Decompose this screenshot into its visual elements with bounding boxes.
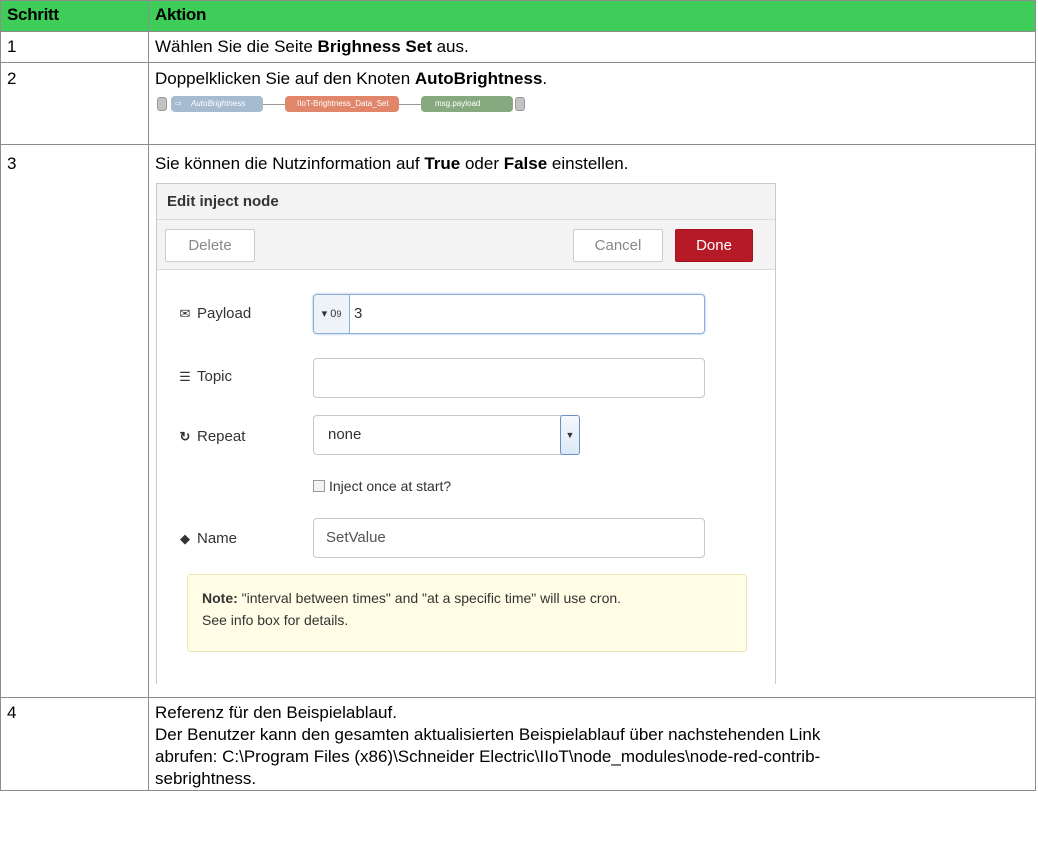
info-note: Note: "interval between times" and "at a… [187,574,747,652]
step-number: 2 [0,62,149,145]
debug-toggle-icon [515,97,525,111]
payload-label: ✉ Payload [177,305,252,322]
repeat-label-text: Repeat [197,428,246,445]
table-row: 4 Referenz für den Beispielablauf. Der B… [0,697,1036,791]
action-bold: AutoBrightness [414,69,543,88]
flow-node-label: IIoT-Brightness_Data_Set [297,99,389,108]
steps-table: Schritt Aktion 1 Wählen Sie die Seite Br… [0,0,1036,791]
dialog-body: ✉ Payload ▾ 09 3 ☰ Topic ↻ Repeat none ▼… [157,270,775,685]
cancel-button[interactable]: Cancel [573,229,663,262]
topic-input[interactable] [313,358,705,398]
dialog-title: Edit inject node [157,184,775,220]
note-text-2: See info box for details. [202,612,349,628]
action-text: Sie können die Nutzinformation auf [155,154,425,173]
envelope-icon: ✉ [179,306,191,321]
name-label-text: Name [197,530,238,547]
tasks-icon: ☰ [179,369,191,384]
step-action: Doppelklicken Sie auf den Knoten AutoBri… [148,62,1036,145]
topic-label: ☰ Topic [177,368,232,385]
step-number: 3 [0,144,149,698]
inject-button-icon [157,97,167,111]
topic-label-text: Topic [197,368,233,385]
action-text: Wählen Sie die Seite [155,37,318,56]
flow-node-label: msg.payload [435,99,481,108]
caret-down-icon: ▾ [321,308,328,320]
note-text: "interval between times" and "at a speci… [237,590,622,606]
number-type-sub: 9 [336,309,342,319]
action-text: Referenz für den Beispielablauf. [155,703,397,722]
repeat-icon: ↻ [179,429,191,444]
payload-type-select[interactable]: ▾ 09 [314,295,350,333]
inject-once-row[interactable]: Inject once at start? [313,478,451,494]
repeat-select-value: none [328,426,362,443]
step-action: Sie können die Nutzinformation auf True … [148,144,1036,698]
step-number: 4 [0,697,149,791]
note-bold: Note: [202,590,238,606]
select-arrow-icon[interactable]: ▼ [560,415,580,455]
payload-input[interactable]: 3 [354,305,362,322]
action-text: Doppelklicken Sie auf den Knoten [155,69,415,88]
action-text: sebrightness. [155,769,257,788]
action-bold: Brighness Set [317,37,432,56]
flow-node-autobrightness: ⇨ AutoBrightness [171,96,263,112]
dialog-toolbar: Delete Cancel Done [157,220,775,270]
done-button[interactable]: Done [675,229,753,262]
flow-node-label: AutoBrightness [191,99,246,108]
repeat-label: ↻ Repeat [177,428,246,445]
action-bold: True [424,154,461,173]
flow-wire [263,104,285,105]
repeat-select[interactable]: none ▼ [313,415,580,455]
flow-diagram: ⇨ AutoBrightness IIoT-Brightness_Data_Set… [155,96,1029,112]
name-label: ◆ Name [177,530,237,547]
table-row: 1 Wählen Sie die Seite Brighness Set aus… [0,31,1036,63]
edit-inject-dialog: Edit inject node Delete Cancel Done ✉ Pay… [156,183,776,685]
action-text: . [542,69,548,88]
table-row: 2 Doppelklicken Sie auf den Knoten AutoB… [0,62,1036,145]
action-text: Der Benutzer kann den gesamten aktualisi… [155,725,821,744]
name-input[interactable]: SetValue [313,518,705,558]
action-text: einstellen. [547,154,629,173]
payload-label-text: Payload [197,305,252,322]
tag-icon: ◆ [180,531,190,546]
inject-once-checkbox[interactable] [313,480,325,492]
payload-field[interactable]: ▾ 09 3 [313,294,705,334]
action-text: abrufen: C:\Program Files (x86)\Schneide… [155,747,821,766]
header-step: Schritt [0,0,149,32]
step-action: Referenz für den Beispielablauf. Der Ben… [148,697,1036,791]
header-action: Aktion [148,0,1036,32]
inject-once-label: Inject once at start? [329,478,452,494]
flow-node-debug: msg.payload [421,96,513,112]
delete-button[interactable]: Delete [165,229,255,262]
step-number: 1 [0,31,149,63]
step-action: Wählen Sie die Seite Brighness Set aus. [148,31,1036,63]
action-text: aus. [431,37,469,56]
action-bold: False [503,154,548,173]
flow-node-function: IIoT-Brightness_Data_Set [285,96,399,112]
action-text: oder [460,154,504,173]
arrow-in-icon: ⇨ [175,99,182,108]
flow-wire [399,104,421,105]
table-row: 3 Sie können die Nutzinformation auf Tru… [0,144,1036,698]
table-header-row: Schritt Aktion [0,0,1036,32]
